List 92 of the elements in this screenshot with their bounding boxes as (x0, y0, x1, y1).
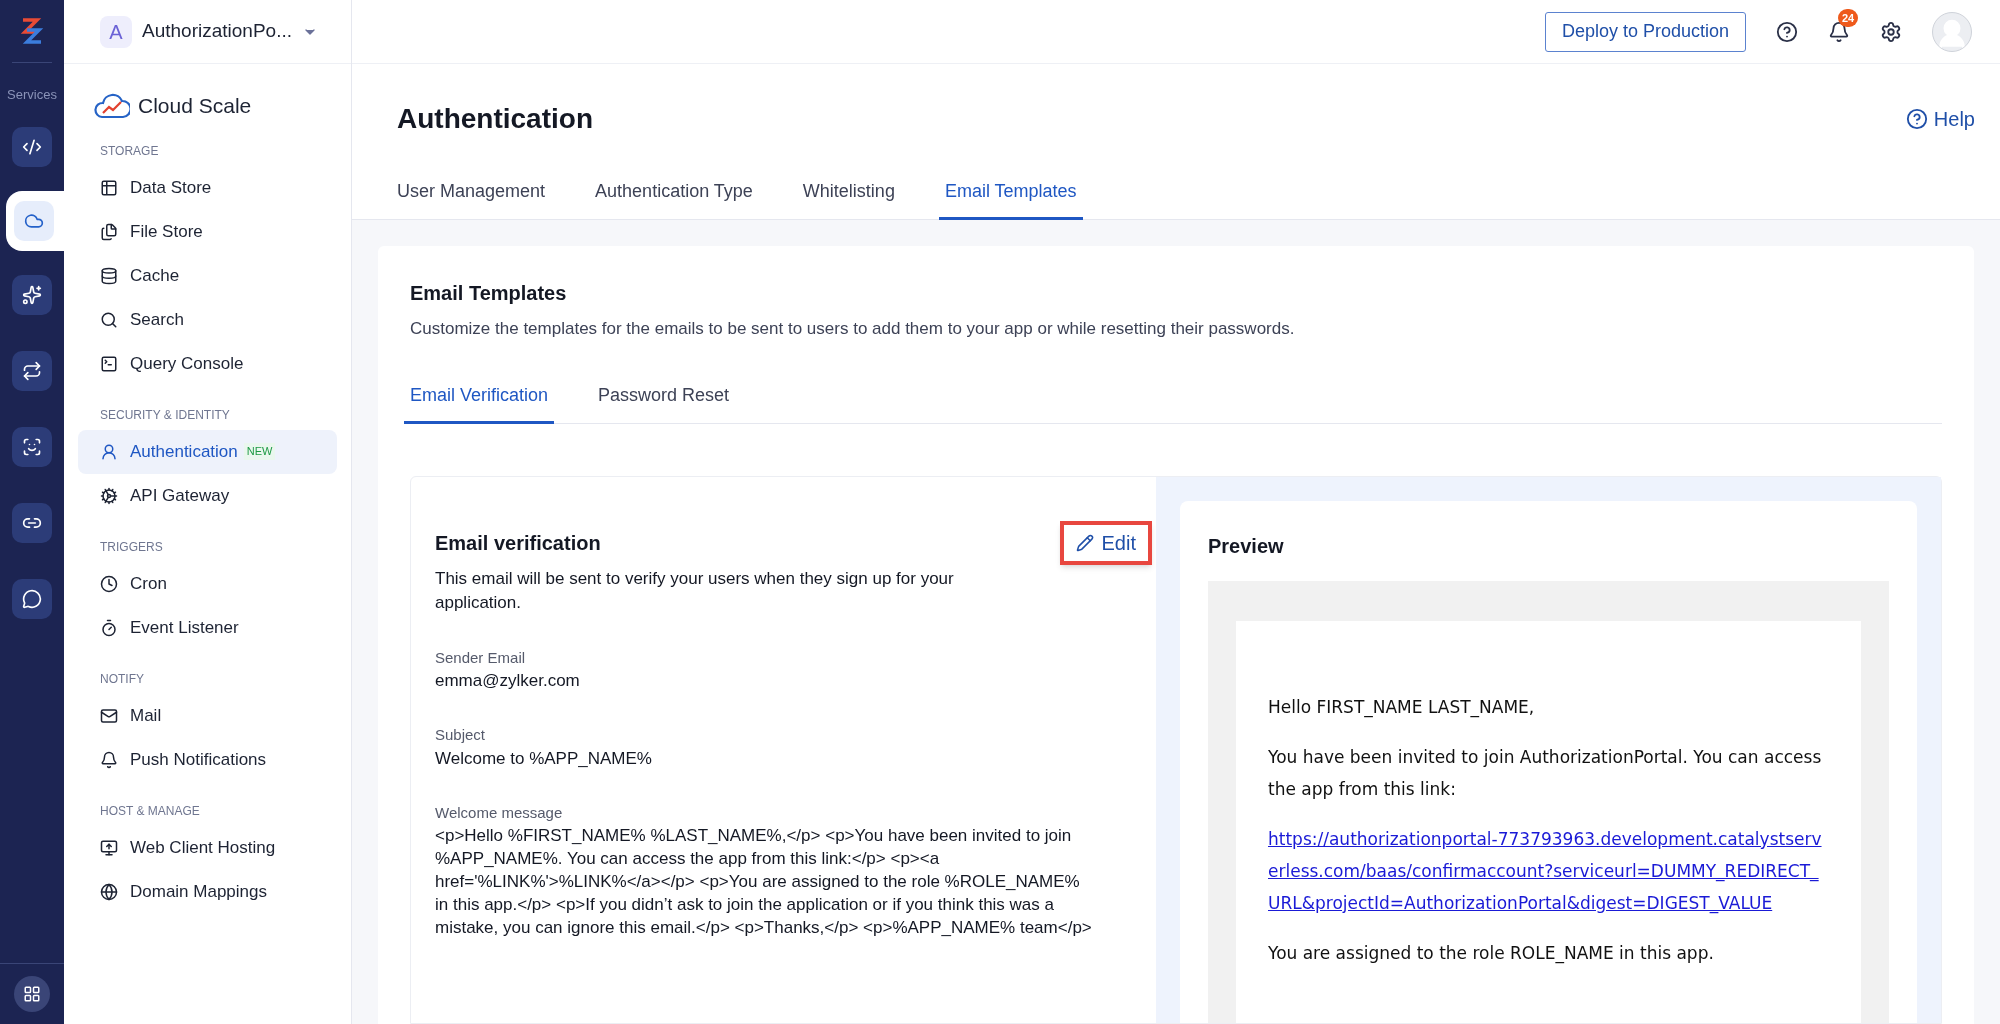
help-icon (1905, 108, 1928, 130)
face-scan-icon (22, 436, 42, 457)
tab[interactable]: Authentication Type (589, 178, 759, 220)
deploy-button[interactable]: Deploy to Production (1544, 11, 1746, 52)
pencil-icon (1075, 533, 1094, 552)
sidebar-item-label: Cron (130, 572, 167, 595)
globe-icon (100, 882, 118, 901)
sidebar-item-label: Domain Mappings (130, 880, 267, 903)
search-icon (100, 310, 118, 329)
email-paragraph: You have been invited to join AuthorizationPortal. You can access the app from this link: (1268, 745, 1823, 801)
database-icon (100, 266, 118, 285)
sidebar-item[interactable]: Authentication NEW (78, 429, 337, 474)
upload-icon (100, 838, 118, 857)
sidebar-item-label: Web Client Hosting (130, 836, 276, 859)
sidebar-item[interactable]: Domain Mappings (78, 869, 337, 914)
section-heading: NOTIFY (99, 670, 145, 688)
help-icon[interactable] (1776, 20, 1798, 43)
settings-icon[interactable] (1880, 20, 1902, 43)
template-description: This email will be sent to verify your users when they sign up for your application. (435, 567, 955, 614)
project-name: AuthorizationPo... (142, 19, 292, 44)
field-value: Welcome to %APP_NAME% (435, 747, 653, 770)
sidebar-item-label: File Store (130, 220, 203, 243)
mail-icon (100, 706, 118, 725)
service-button[interactable] (12, 502, 52, 543)
template-title: Email verification (435, 530, 601, 556)
apps-icon (23, 985, 41, 1003)
field-label: Subject (435, 725, 487, 745)
bell-icon[interactable] (1828, 20, 1850, 43)
service-button[interactable] (12, 578, 52, 619)
field-label: Welcome message (435, 802, 564, 823)
files-icon (100, 222, 118, 241)
tab[interactable]: Password Reset (592, 381, 736, 424)
sidebar-item[interactable]: API Gateway (78, 473, 337, 518)
tab[interactable]: Whitelisting (796, 178, 901, 220)
service-button[interactable] (12, 350, 52, 391)
timer-icon (100, 618, 118, 637)
email-link[interactable]: https://authorizationportal-773793963.development.catalystserverless.com/baas/confirmaccount?serviceurl=DUMMY_REDIRECT_URL&projectId=AuthorizationPortal&digest=DIGEST_VALUE (1268, 822, 1829, 919)
service-button[interactable] (12, 274, 52, 315)
field-value: <p>Hello %FIRST_NAME% %LAST_NAME%,</p> <p>You have been invited to join %APP_NAME%. You can access the app from this link:</p> <p><a href='%LINK%'>%LINK%</a></p> <p>You are assigned to the role %ROLE_NAME% in this app.</p> <p>If you didn’t ask to join the application or if you think this was a mistake, you can ignore this email.</p> <p>Thanks,</p> <p>%APP_NAME% team</p> (435, 825, 1093, 939)
sidebar-item-label: Mail (130, 704, 162, 727)
preview-title: Preview (1208, 533, 1285, 559)
service-button[interactable] (12, 426, 52, 467)
email-paragraph: You are assigned to the role ROLE_NAME in this app. (1268, 941, 1715, 966)
table-icon (100, 178, 118, 197)
bell-icon (100, 750, 118, 769)
section-heading: SECURITY & IDENTITY (99, 406, 231, 424)
chat-icon (22, 588, 42, 609)
section-heading: HOST & MANAGE (99, 802, 201, 820)
sidebar-item[interactable]: Data Store (78, 165, 337, 210)
sidebar-item[interactable]: Push Notifications (78, 737, 337, 782)
edit-button[interactable]: Edit (1059, 520, 1152, 565)
clock-icon (100, 574, 118, 593)
sidebar-item-label: Push Notifications (130, 748, 267, 771)
section-heading: TRIGGERS (99, 538, 164, 556)
email-paragraph: Hello FIRST_NAME LAST_NAME, (1268, 695, 1536, 720)
user-icon (100, 442, 118, 461)
new-badge: NEW (243, 443, 276, 460)
page-title: Authentication (397, 102, 593, 136)
services-label: Services (7, 86, 57, 104)
sidebar-item[interactable]: Mail (78, 693, 337, 738)
sparkle-icon (22, 284, 42, 305)
sidebar-item-label: Authentication (130, 440, 238, 463)
sidebar-item-label: API Gateway (130, 484, 230, 507)
card-description: Customize the templates for the emails to be sent to users to add them to your app or while resetting their passwords. (410, 318, 1296, 340)
project-avatar: A (100, 15, 132, 48)
sidebar-title: Cloud Scale (138, 93, 252, 119)
sidebar-item-label: Cache (130, 264, 180, 287)
sidebar-item-label: Search (130, 308, 184, 331)
apps-button[interactable] (14, 976, 50, 1012)
exchange-icon (22, 360, 42, 381)
sidebar-item-label: Query Console (130, 352, 244, 375)
section-heading: STORAGE (99, 142, 160, 160)
sidebar-item-label: Event Listener (130, 616, 239, 639)
field-value: emma@zylker.com (435, 670, 581, 692)
notification-badge: 24 (1838, 8, 1859, 27)
sidebar-item[interactable]: Cron (78, 561, 337, 606)
cog-icon (100, 486, 118, 505)
sidebar-item[interactable]: Query Console (78, 341, 337, 386)
tab[interactable]: Email Verification (404, 381, 555, 424)
tab[interactable]: User Management (391, 178, 552, 220)
field-label: Sender Email (435, 647, 527, 668)
project-selector[interactable]: A AuthorizationPo... (100, 15, 318, 48)
sidebar-item[interactable]: Event Listener (78, 605, 337, 650)
sidebar-item-label: Data Store (130, 176, 212, 199)
sidebar-item[interactable]: File Store (78, 209, 337, 254)
sidebar-item[interactable]: Cache (78, 253, 337, 298)
terminal-icon (100, 354, 118, 373)
sidebar-item[interactable]: Search (78, 297, 337, 342)
help-link[interactable]: Help (1905, 104, 1975, 134)
service-button[interactable] (12, 126, 52, 167)
card-title: Email Templates (410, 281, 568, 306)
sidebar-item[interactable]: Web Client Hosting (78, 825, 337, 870)
